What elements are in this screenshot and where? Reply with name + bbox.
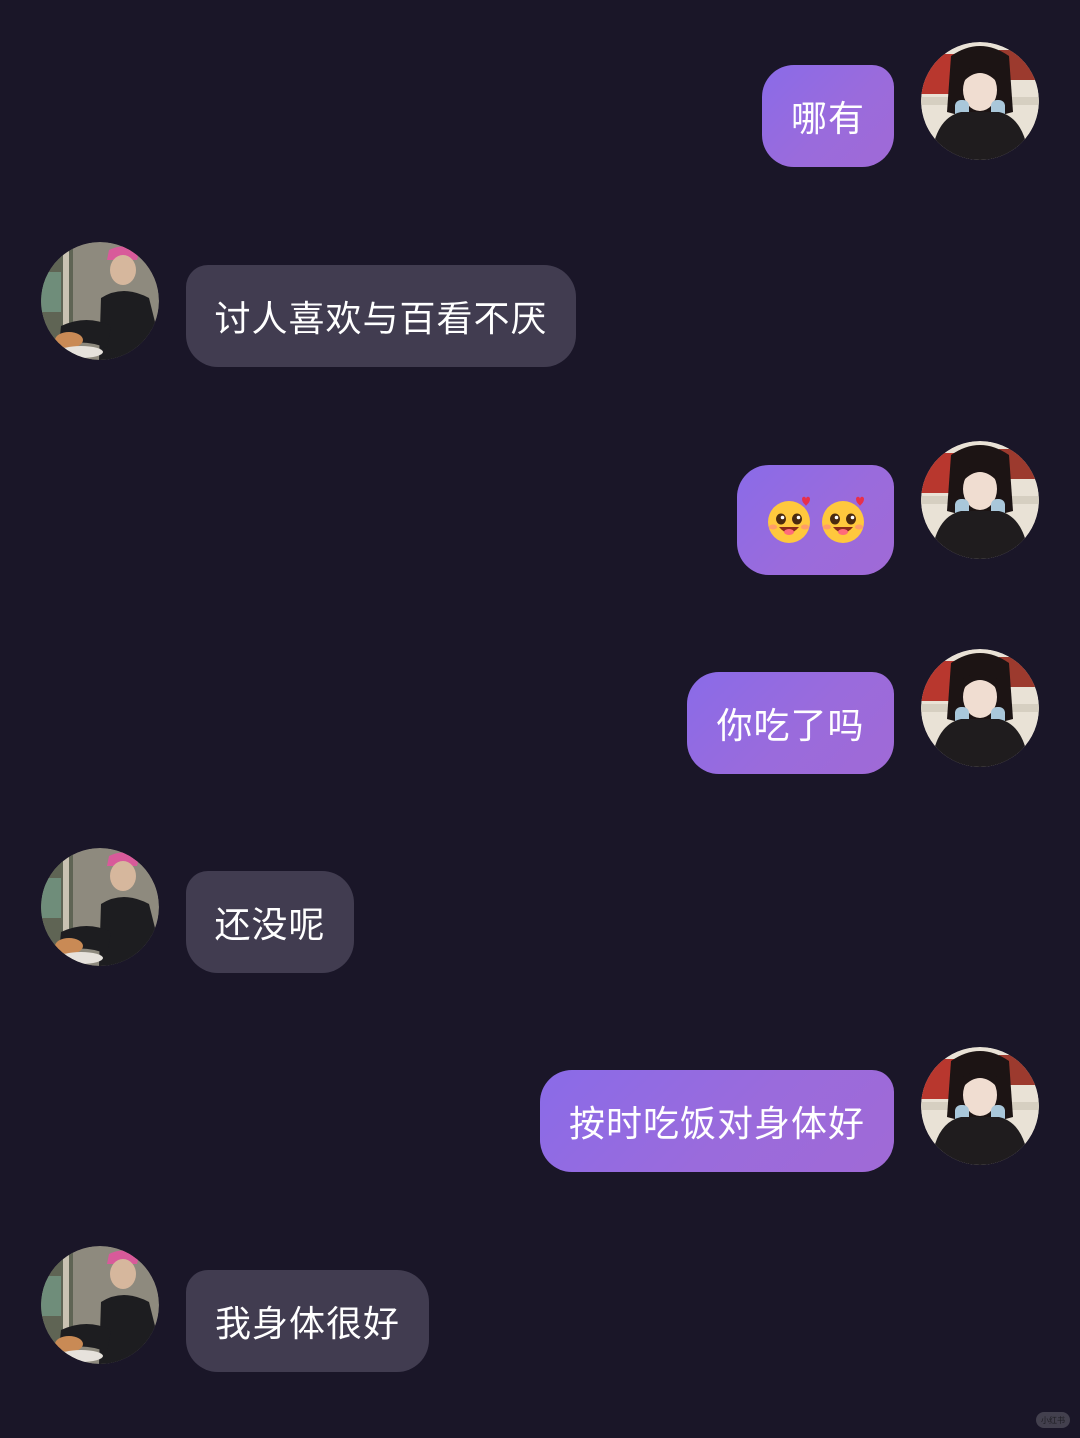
smiling-face-with-hearts-icon xyxy=(821,496,864,543)
message-text: 讨人喜欢与百看不厌 xyxy=(214,299,548,340)
message-text: 我身体很好 xyxy=(214,1304,400,1345)
self-avatar[interactable] xyxy=(921,441,1039,559)
sent-message-bubble[interactable]: 哪有 xyxy=(762,65,894,167)
sent-message-bubble[interactable]: 你吃了吗 xyxy=(687,672,894,774)
received-message-bubble[interactable]: 还没呢 xyxy=(186,871,354,973)
message-text: 还没呢 xyxy=(214,905,326,946)
self-avatar[interactable] xyxy=(921,649,1039,767)
contact-avatar[interactable] xyxy=(41,1246,159,1364)
watermark: 小红书 xyxy=(1036,1412,1070,1428)
contact-avatar[interactable] xyxy=(41,242,159,360)
message-text: 按时吃饭对身体好 xyxy=(568,1104,865,1145)
message-text: 哪有 xyxy=(790,99,865,140)
self-avatar[interactable] xyxy=(921,1047,1039,1165)
message-text: 你吃了吗 xyxy=(716,706,865,747)
sent-message-bubble[interactable]: 按时吃饭对身体好 xyxy=(540,1070,894,1172)
smiling-face-with-hearts-icon xyxy=(767,496,810,543)
received-message-bubble[interactable]: 我身体很好 xyxy=(186,1270,429,1372)
sent-emoji-bubble[interactable] xyxy=(737,465,894,575)
contact-avatar[interactable] xyxy=(41,848,159,966)
self-avatar[interactable] xyxy=(921,42,1039,160)
received-message-bubble[interactable]: 讨人喜欢与百看不厌 xyxy=(186,265,576,367)
